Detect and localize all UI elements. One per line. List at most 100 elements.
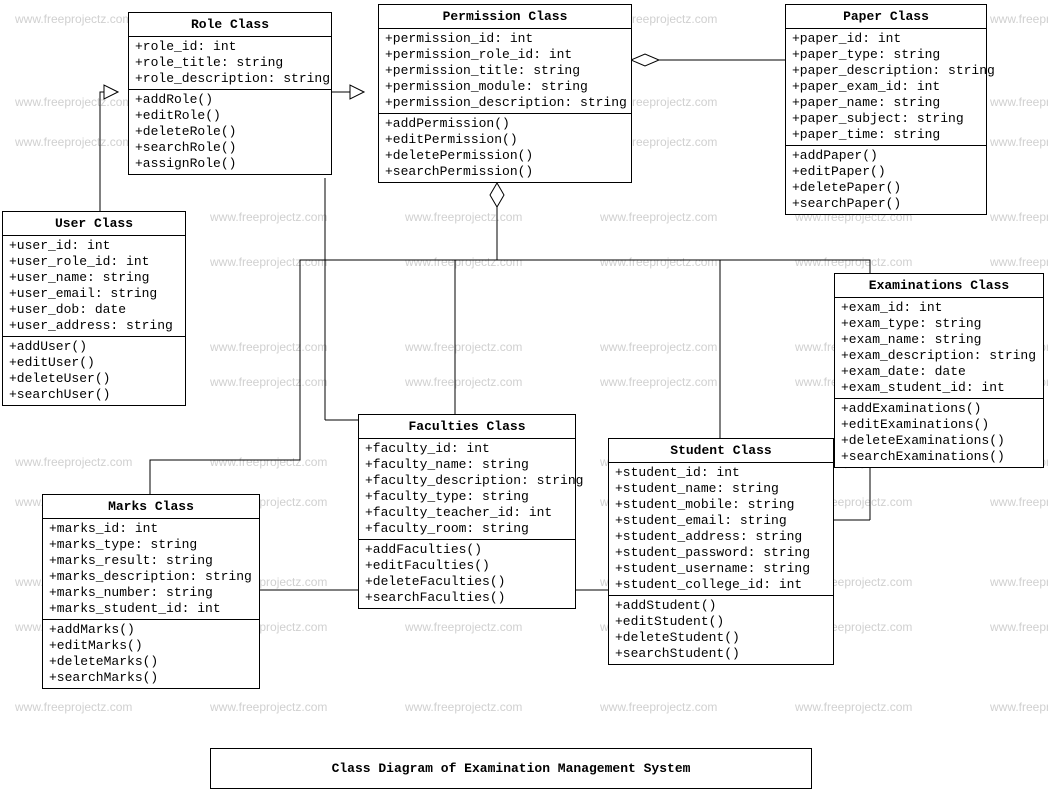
class-member: +addExaminations()	[841, 401, 1037, 417]
watermark-text: www.freeprojectz.com	[990, 135, 1048, 149]
class-member: +deleteUser()	[9, 371, 179, 387]
uml-class-permission: Permission Class +permission_id: int+per…	[378, 4, 632, 183]
class-ops: +addMarks()+editMarks()+deleteMarks()+se…	[43, 620, 259, 688]
class-member: +searchUser()	[9, 387, 179, 403]
class-attrs: +user_id: int+user_role_id: int+user_nam…	[3, 236, 185, 337]
class-member: +faculty_description: string	[365, 473, 569, 489]
class-member: +addStudent()	[615, 598, 827, 614]
watermark-text: www.freeprojectz.com	[405, 255, 522, 269]
class-member: +student_mobile: string	[615, 497, 827, 513]
class-member: +permission_role_id: int	[385, 47, 625, 63]
class-ops: +addUser()+editUser()+deleteUser()+searc…	[3, 337, 185, 405]
class-member: +addRole()	[135, 92, 325, 108]
class-member: +marks_result: string	[49, 553, 253, 569]
class-member: +addPermission()	[385, 116, 625, 132]
class-member: +student_email: string	[615, 513, 827, 529]
class-member: +editUser()	[9, 355, 179, 371]
class-ops: +addExaminations()+editExaminations()+de…	[835, 399, 1043, 467]
class-member: +deleteFaculties()	[365, 574, 569, 590]
class-member: +exam_type: string	[841, 316, 1037, 332]
class-member: +addUser()	[9, 339, 179, 355]
class-member: +student_password: string	[615, 545, 827, 561]
class-title: Role Class	[129, 13, 331, 37]
class-member: +marks_id: int	[49, 521, 253, 537]
watermark-text: www.freeprojectz.com	[15, 700, 132, 714]
class-member: +exam_description: string	[841, 348, 1037, 364]
class-member: +paper_id: int	[792, 31, 980, 47]
uml-class-student: Student Class +student_id: int+student_n…	[608, 438, 834, 665]
class-member: +paper_subject: string	[792, 111, 980, 127]
class-member: +deleteMarks()	[49, 654, 253, 670]
watermark-text: www.freeprojectz.com	[990, 12, 1048, 26]
class-attrs: +paper_id: int+paper_type: string+paper_…	[786, 29, 986, 146]
uml-class-marks: Marks Class +marks_id: int+marks_type: s…	[42, 494, 260, 689]
uml-class-user: User Class +user_id: int+user_role_id: i…	[2, 211, 186, 406]
watermark-text: www.freeprojectz.com	[600, 210, 717, 224]
watermark-text: www.freeprojectz.com	[15, 135, 132, 149]
watermark-text: www.freeprojectz.com	[405, 210, 522, 224]
class-member: +role_description: string	[135, 71, 325, 87]
class-title: User Class	[3, 212, 185, 236]
class-member: +searchMarks()	[49, 670, 253, 686]
class-member: +user_dob: date	[9, 302, 179, 318]
class-member: +searchExaminations()	[841, 449, 1037, 465]
watermark-text: www.freeprojectz.com	[795, 700, 912, 714]
watermark-text: www.freeprojectz.com	[600, 700, 717, 714]
class-member: +user_id: int	[9, 238, 179, 254]
class-member: +paper_type: string	[792, 47, 980, 63]
class-member: +searchFaculties()	[365, 590, 569, 606]
class-member: +searchRole()	[135, 140, 325, 156]
class-member: +student_id: int	[615, 465, 827, 481]
class-attrs: +role_id: int+role_title: string+role_de…	[129, 37, 331, 90]
class-member: +deleteExaminations()	[841, 433, 1037, 449]
class-member: +role_id: int	[135, 39, 325, 55]
watermark-text: www.freeprojectz.com	[15, 95, 132, 109]
class-member: +deletePaper()	[792, 180, 980, 196]
watermark-text: www.freeprojectz.com	[15, 12, 132, 26]
uml-class-paper: Paper Class +paper_id: int+paper_type: s…	[785, 4, 987, 215]
class-title: Examinations Class	[835, 274, 1043, 298]
class-member: +permission_description: string	[385, 95, 625, 111]
class-member: +addFaculties()	[365, 542, 569, 558]
class-member: +faculty_name: string	[365, 457, 569, 473]
class-member: +deleteStudent()	[615, 630, 827, 646]
watermark-text: www.freeprojectz.com	[990, 575, 1048, 589]
class-member: +editExaminations()	[841, 417, 1037, 433]
class-member: +permission_title: string	[385, 63, 625, 79]
class-member: +exam_date: date	[841, 364, 1037, 380]
class-ops: +addRole()+editRole()+deleteRole()+searc…	[129, 90, 331, 174]
watermark-text: www.freeprojectz.com	[405, 340, 522, 354]
watermark-text: www.freeprojectz.com	[990, 95, 1048, 109]
class-member: +paper_exam_id: int	[792, 79, 980, 95]
class-member: +searchStudent()	[615, 646, 827, 662]
class-member: +student_address: string	[615, 529, 827, 545]
class-member: +student_college_id: int	[615, 577, 827, 593]
uml-class-faculties: Faculties Class +faculty_id: int+faculty…	[358, 414, 576, 609]
class-member: +marks_number: string	[49, 585, 253, 601]
class-attrs: +faculty_id: int+faculty_name: string+fa…	[359, 439, 575, 540]
class-member: +deletePermission()	[385, 148, 625, 164]
watermark-text: www.freeprojectz.com	[990, 255, 1048, 269]
watermark-text: www.freeprojectz.com	[405, 700, 522, 714]
class-title: Student Class	[609, 439, 833, 463]
class-member: +deleteRole()	[135, 124, 325, 140]
class-attrs: +student_id: int+student_name: string+st…	[609, 463, 833, 596]
class-member: +user_role_id: int	[9, 254, 179, 270]
watermark-text: www.freeprojectz.com	[990, 700, 1048, 714]
class-member: +student_username: string	[615, 561, 827, 577]
watermark-text: www.freeprojectz.com	[210, 340, 327, 354]
watermark-text: www.freeprojectz.com	[600, 375, 717, 389]
class-member: +paper_description: string	[792, 63, 980, 79]
class-member: +searchPaper()	[792, 196, 980, 212]
class-member: +editMarks()	[49, 638, 253, 654]
watermark-text: www.freeprojectz.com	[210, 210, 327, 224]
class-member: +paper_time: string	[792, 127, 980, 143]
class-ops: +addPermission()+editPermission()+delete…	[379, 114, 631, 182]
watermark-text: www.freeprojectz.com	[990, 210, 1048, 224]
class-member: +editPermission()	[385, 132, 625, 148]
class-member: +user_name: string	[9, 270, 179, 286]
watermark-text: www.freeprojectz.com	[405, 620, 522, 634]
class-title: Marks Class	[43, 495, 259, 519]
watermark-text: www.freeprojectz.com	[990, 495, 1048, 509]
class-attrs: +exam_id: int+exam_type: string+exam_nam…	[835, 298, 1043, 399]
